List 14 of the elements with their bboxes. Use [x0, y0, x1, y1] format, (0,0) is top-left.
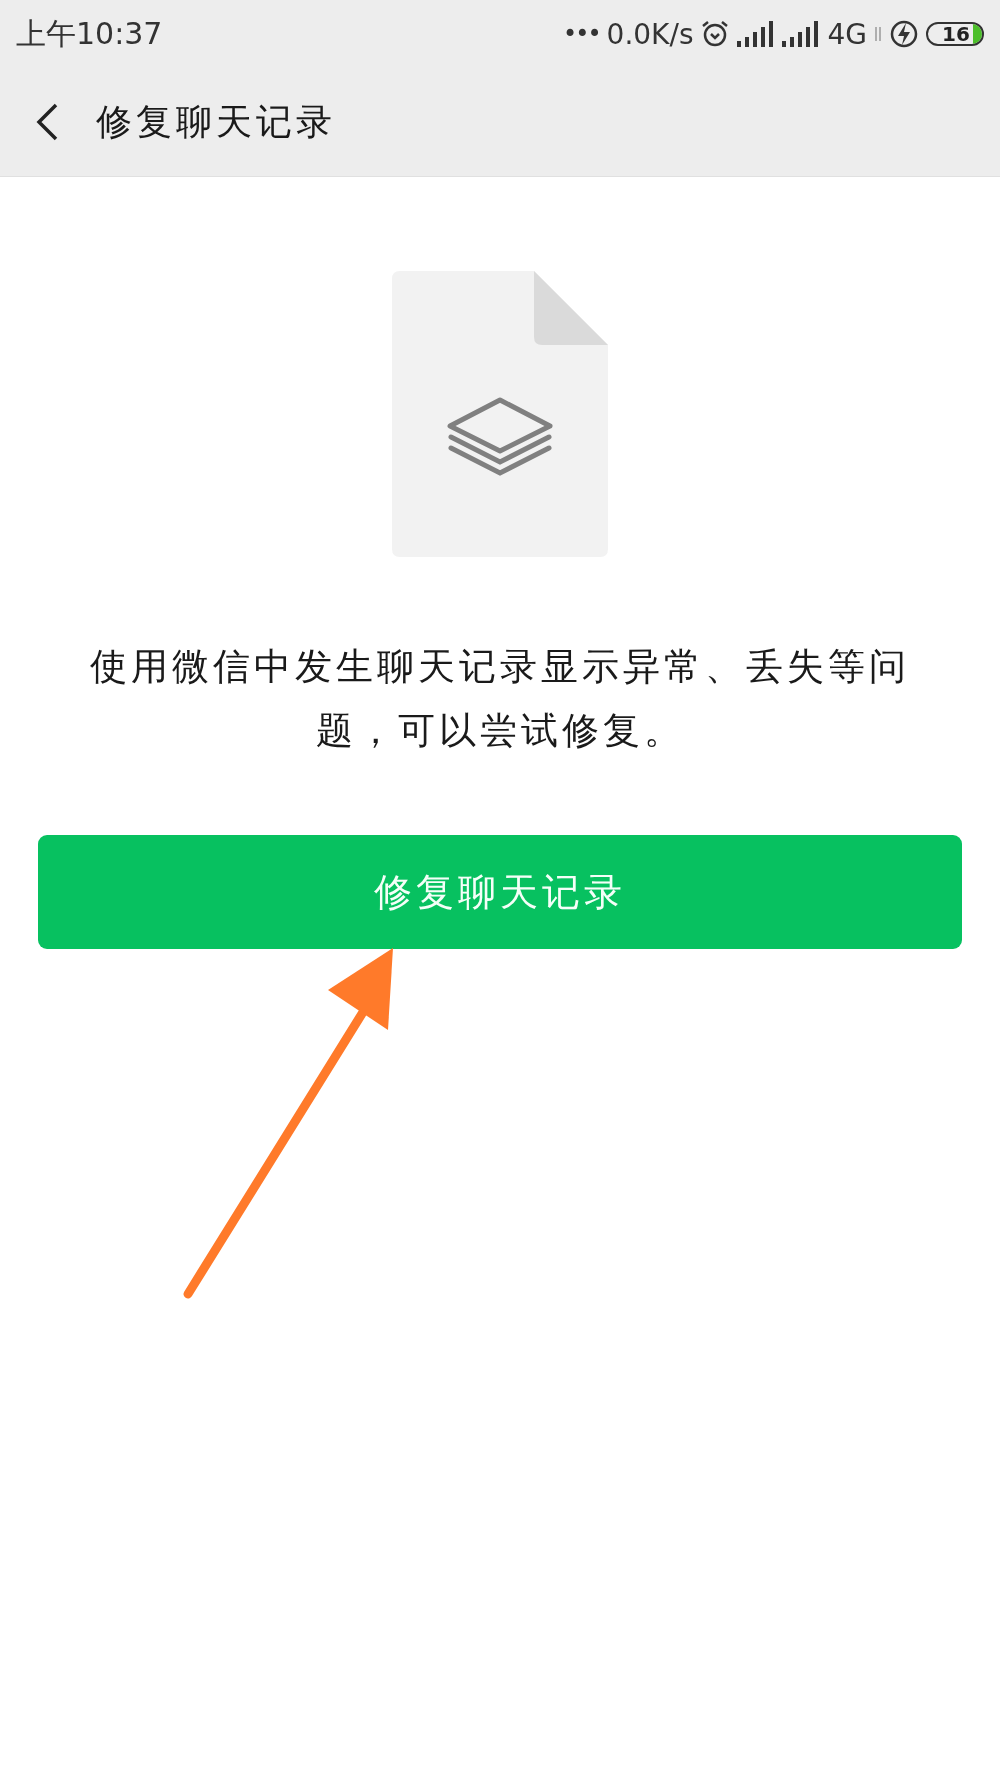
- battery-icon: 16: [926, 22, 984, 46]
- data-arrows-icon: [874, 27, 882, 41]
- signal-icon: [782, 21, 821, 47]
- more-dots: •••: [563, 20, 600, 48]
- repair-button[interactable]: 修复聊天记录: [38, 835, 962, 949]
- page-title: 修复聊天记录: [96, 99, 336, 144]
- document-icon: [392, 271, 608, 557]
- signal-icon: [737, 21, 776, 47]
- back-icon[interactable]: [34, 102, 60, 142]
- network-type: 4G: [827, 17, 867, 51]
- description-text: 使用微信中发生聊天记录显示异常、丢失等问题，可以尝试修复。: [89, 644, 911, 754]
- network-speed: 0.0K/s: [606, 17, 694, 51]
- charging-icon: [889, 19, 919, 49]
- status-time: 上午10:37: [16, 14, 163, 53]
